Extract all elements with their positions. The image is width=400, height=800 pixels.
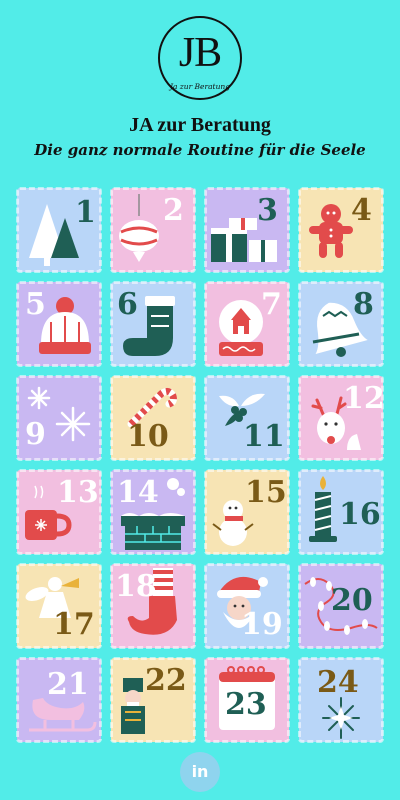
door-number: 8	[353, 287, 374, 322]
door-number: 3	[257, 193, 278, 228]
door-number: 7	[261, 287, 282, 322]
door-number: 13	[57, 475, 99, 510]
linkedin-button[interactable]: in	[180, 752, 220, 792]
calendar-door-8[interactable]: 8	[298, 281, 384, 367]
door-number: 19	[241, 607, 283, 642]
calendar-door-18[interactable]: 18	[110, 563, 196, 649]
logo-monogram: JB	[178, 30, 222, 76]
calendar-door-19[interactable]: 19	[204, 563, 290, 649]
brand-title: JA zur Beratung	[129, 114, 271, 136]
door-number: 4	[351, 193, 372, 228]
calendar-door-10[interactable]: 10	[110, 375, 196, 461]
door-number: 9	[25, 417, 46, 452]
calendar-door-15[interactable]: 15	[204, 469, 290, 555]
calendar-door-4[interactable]: 4	[298, 187, 384, 273]
calendar-door-5[interactable]: 5	[16, 281, 102, 367]
door-number: 18	[115, 569, 157, 604]
door-number: 15	[245, 475, 287, 510]
tagline: Die ganz normale Routine für die Seele	[34, 141, 366, 159]
calendar-door-16[interactable]: 16	[298, 469, 384, 555]
calendar-door-13[interactable]: 13	[16, 469, 102, 555]
door-number: 17	[53, 607, 95, 642]
calendar-door-20[interactable]: 20	[298, 563, 384, 649]
calendar-door-22[interactable]: 22	[110, 657, 196, 743]
door-number: 6	[117, 287, 138, 322]
door-number: 21	[47, 667, 89, 702]
calendar-door-11[interactable]: 11	[204, 375, 290, 461]
calendar-door-6[interactable]: 6	[110, 281, 196, 367]
door-number: 14	[117, 475, 159, 510]
logo-subtext: Ja zur Beratung	[169, 82, 231, 91]
door-number: 20	[331, 583, 373, 618]
calendar-door-12[interactable]: 12	[298, 375, 384, 461]
calendar-door-14[interactable]: 14	[110, 469, 196, 555]
door-number: 22	[145, 663, 187, 698]
door-number: 5	[25, 287, 46, 322]
calendar-door-3[interactable]: 3	[204, 187, 290, 273]
door-number: 2	[163, 193, 184, 228]
advent-calendar-grid: 1 2 3 4 5 6 7 8 9 10 11 12 13 14 15 16 1…	[16, 187, 384, 748]
calendar-door-21[interactable]: 21	[16, 657, 102, 743]
calendar-door-17[interactable]: 17	[16, 563, 102, 649]
calendar-door-9[interactable]: 9	[16, 375, 102, 461]
logo: JB Ja zur Beratung	[158, 16, 242, 100]
door-number: 10	[127, 419, 169, 454]
calendar-door-23[interactable]: 23	[204, 657, 290, 743]
door-number: 23	[225, 687, 267, 722]
door-number: 12	[343, 381, 383, 416]
calendar-door-2[interactable]: 2	[110, 187, 196, 273]
door-number: 11	[243, 419, 285, 454]
calendar-door-7[interactable]: 7	[204, 281, 290, 367]
door-number: 16	[339, 497, 381, 532]
door-number: 24	[317, 665, 359, 700]
calendar-door-1[interactable]: 1	[16, 187, 102, 273]
linkedin-icon: in	[191, 762, 209, 781]
calendar-door-24[interactable]: 24	[298, 657, 384, 743]
door-number: 1	[75, 195, 96, 230]
